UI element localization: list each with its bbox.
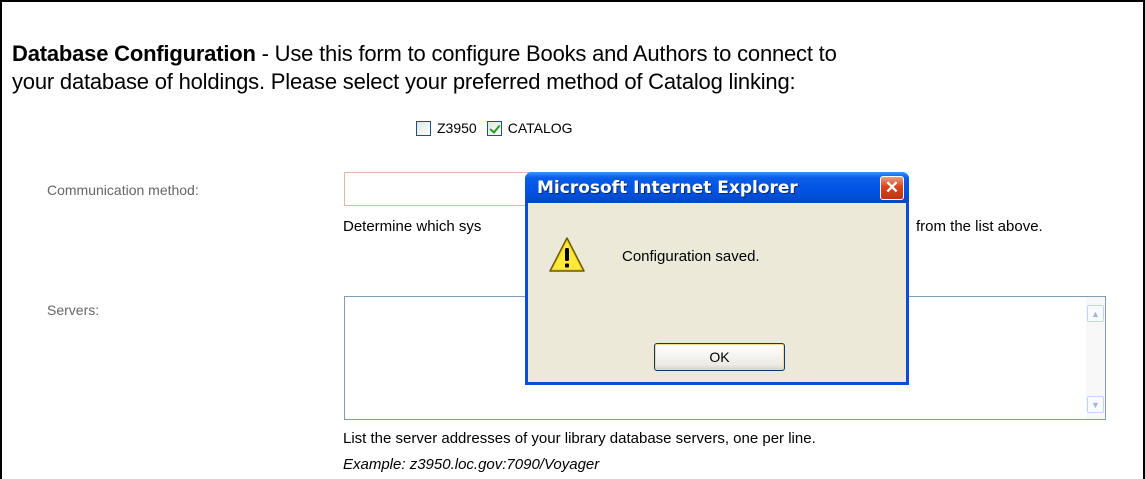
alert-dialog: Microsoft Internet Explorer ✕ Configurat…: [525, 172, 909, 385]
close-icon[interactable]: ✕: [880, 176, 904, 200]
page-title: Database Configuration: [12, 41, 256, 66]
page-heading: Database Configuration - Use this form t…: [12, 40, 1137, 96]
z3950-checkbox[interactable]: [416, 120, 431, 136]
communication-help-text-right: from the list above.: [916, 218, 1043, 235]
servers-scrollbar[interactable]: ▲ ▼: [1086, 297, 1105, 419]
heading-description-1: - Use this form to configure Books and A…: [255, 41, 837, 66]
catalog-label: CATALOG: [507, 120, 573, 136]
scroll-down-icon[interactable]: ▼: [1087, 396, 1104, 413]
catalog-checkbox[interactable]: [486, 120, 502, 136]
servers-help-text: List the server addresses of your librar…: [343, 430, 816, 447]
dialog-title: Microsoft Internet Explorer: [537, 178, 798, 198]
scroll-up-icon[interactable]: ▲: [1087, 305, 1104, 322]
heading-description-2: your database of holdings. Please select…: [12, 69, 796, 94]
dialog-titlebar[interactable]: Microsoft Internet Explorer ✕: [525, 172, 909, 203]
ok-button[interactable]: OK: [654, 343, 785, 371]
communication-help-text: Determine which sys: [343, 218, 482, 235]
z3950-label: Z3950: [437, 120, 477, 136]
communication-method-label: Communication method:: [47, 182, 199, 198]
dialog-body: Configuration saved. OK: [528, 203, 906, 382]
warning-icon: [549, 237, 585, 272]
dialog-message: Configuration saved.: [622, 248, 760, 265]
servers-label: Servers:: [47, 302, 100, 318]
servers-example-text: Example: z3950.loc.gov:7090/Voyager: [343, 456, 600, 473]
catalog-linking-options: Z3950 CATALOG: [416, 117, 583, 139]
